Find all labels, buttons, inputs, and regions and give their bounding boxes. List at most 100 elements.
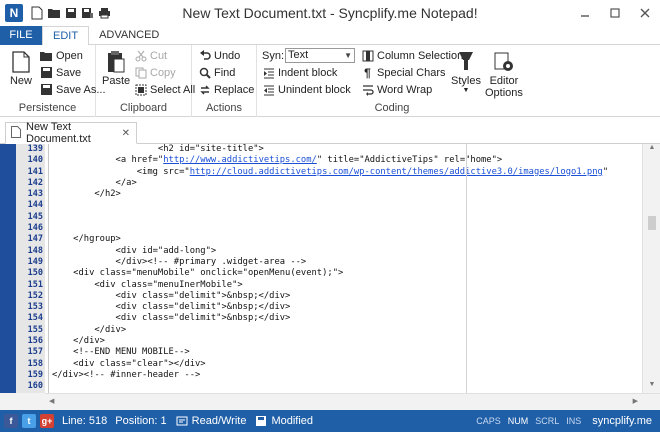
column-selection-button[interactable]: Column Selection <box>361 48 463 64</box>
document-tab[interactable]: New Text Document.txt ✕ <box>5 121 137 145</box>
caps-indicator: CAPS <box>476 416 501 426</box>
scroll-left-icon[interactable]: ◀ <box>49 397 54 405</box>
bookmark-margin[interactable] <box>0 144 16 393</box>
code-text: </div> <box>52 336 105 347</box>
undo-icon <box>198 50 211 63</box>
code-text: <h2 id="site-title"> <box>52 144 264 154</box>
word-wrap-button[interactable]: Word Wrap <box>361 82 432 98</box>
group-label-persistence: Persistence <box>18 102 77 114</box>
line-number: 150 <box>27 268 43 279</box>
scroll-corner <box>0 393 45 410</box>
select-all-button[interactable]: Select All <box>134 82 195 98</box>
replace-button[interactable]: Replace <box>198 82 254 98</box>
code-line: </div><!-- #primary .widget-area --> <box>52 257 640 268</box>
fold-margin <box>48 144 49 393</box>
new-button[interactable]: New <box>8 49 34 87</box>
maximize-icon[interactable] <box>600 0 630 26</box>
group-label-actions: Actions <box>205 102 243 114</box>
close-icon[interactable] <box>630 0 660 26</box>
code-line: </div><!-- #inner-header --> <box>52 370 640 381</box>
styles-button[interactable]: Styles ▼ <box>451 49 481 94</box>
code-text: <div class="clear"></div> <box>52 358 206 369</box>
chevron-down-icon: ▼ <box>462 87 470 94</box>
facebook-icon[interactable]: f <box>4 414 18 428</box>
save-as-icon[interactable] <box>80 6 95 21</box>
print-icon[interactable] <box>97 6 112 21</box>
group-label-clipboard: Clipboard <box>119 102 168 114</box>
line-number: 147 <box>27 234 43 245</box>
word-wrap-label: Word Wrap <box>377 84 433 96</box>
unindent-block-button[interactable]: Unindent block <box>262 82 351 98</box>
new-label: New <box>9 75 32 87</box>
twitter-icon[interactable]: t <box>22 414 36 428</box>
line-number: 156 <box>27 336 43 347</box>
word-wrap-icon <box>361 84 374 97</box>
code-line: <div class="delimit">&nbsp;</div> <box>52 302 640 313</box>
undo-label: Undo <box>214 50 241 62</box>
modified-icon <box>254 414 268 428</box>
code-line: <div id="add-long"> <box>52 246 640 257</box>
code-line: <div class="delimit">&nbsp;</div> <box>52 313 640 324</box>
code-text: <div class="delimit">&nbsp;</div> <box>52 313 291 324</box>
tab-edit[interactable]: EDIT <box>42 26 90 46</box>
indent-icon <box>262 67 275 80</box>
syntax-select[interactable]: Text ▼ <box>285 48 355 63</box>
line-number: 144 <box>27 200 43 211</box>
find-button[interactable]: Find <box>198 65 235 81</box>
minimize-icon[interactable] <box>570 0 600 26</box>
save-icon[interactable] <box>63 6 78 21</box>
new-file-icon[interactable] <box>29 6 44 21</box>
gear-icon <box>491 49 517 75</box>
chevron-down-icon: ▼ <box>344 51 352 60</box>
scroll-down-icon[interactable]: ▼ <box>643 381 660 393</box>
cut-button[interactable]: Cut <box>134 48 167 64</box>
scroll-thumb[interactable] <box>648 216 656 230</box>
copy-button[interactable]: Copy <box>134 65 176 81</box>
open-folder-icon[interactable] <box>46 6 61 21</box>
paste-button[interactable]: Paste <box>102 49 130 87</box>
tab-advanced[interactable]: ADVANCED <box>89 26 169 45</box>
special-chars-button[interactable]: ¶ Special Chars <box>361 65 445 81</box>
vertical-scrollbar[interactable]: ▲ ▼ <box>642 144 660 393</box>
google-plus-icon[interactable]: g+ <box>40 414 54 428</box>
code-link[interactable]: http://www.addictivetips.com/ <box>163 155 317 165</box>
horizontal-scrollbar[interactable]: ◀ ▶ <box>45 393 660 410</box>
copy-icon <box>134 67 147 80</box>
line-number: 141 <box>27 166 43 177</box>
scroll-right-icon[interactable]: ▶ <box>633 397 638 405</box>
status-mode: Read/Write <box>191 415 247 427</box>
indent-block-button[interactable]: Indent block <box>262 65 337 81</box>
open-button[interactable]: Open <box>40 48 83 64</box>
ribbon: New Open Save Save As... Persistence Pas… <box>0 45 660 117</box>
scroll-up-icon[interactable]: ▲ <box>643 144 660 156</box>
code-text: " <box>602 166 609 177</box>
pilcrow-icon: ¶ <box>364 66 371 80</box>
replace-icon <box>198 84 211 97</box>
syntax-label: Syn: <box>262 48 284 64</box>
document-tab-label: New Text Document.txt <box>26 121 91 145</box>
status-bar: f t g+ Line: 518 Position: 1 Read/Write … <box>0 410 660 432</box>
line-number: 148 <box>27 245 43 256</box>
editor-options-button[interactable]: Editor Options <box>485 49 523 99</box>
code-area[interactable]: <h2 id="site-title"> <a href="http://www… <box>52 144 640 393</box>
copy-label: Copy <box>150 67 176 79</box>
code-text: <div class="menuMobile" onclick="openMen… <box>52 268 344 279</box>
close-icon[interactable]: ✕ <box>122 128 130 139</box>
open-folder-icon <box>40 50 53 63</box>
code-line: </div> <box>52 325 640 336</box>
app-logo-icon[interactable]: N <box>5 4 23 22</box>
code-text: <div class="delimit">&nbsp;</div> <box>52 302 291 313</box>
quick-access-toolbar <box>29 6 112 21</box>
save-button[interactable]: Save <box>40 65 81 81</box>
code-link[interactable]: http://cloud.addictivetips.com/wp-conten… <box>190 167 603 177</box>
editor[interactable]: 139 140 141 142 143 144 145 146 147 148 149 150 151 1… <box>0 144 660 393</box>
paste-label: Paste <box>102 75 131 87</box>
status-modified: Modified <box>271 415 314 427</box>
code-line: </hgroup> <box>52 234 640 245</box>
undo-button[interactable]: Undo <box>198 48 240 64</box>
code-text: <a href=" <box>52 155 164 166</box>
line-number: 149 <box>27 256 43 267</box>
editor-options-label-1: Editor <box>489 75 519 87</box>
tab-file[interactable]: FILE <box>0 26 42 45</box>
